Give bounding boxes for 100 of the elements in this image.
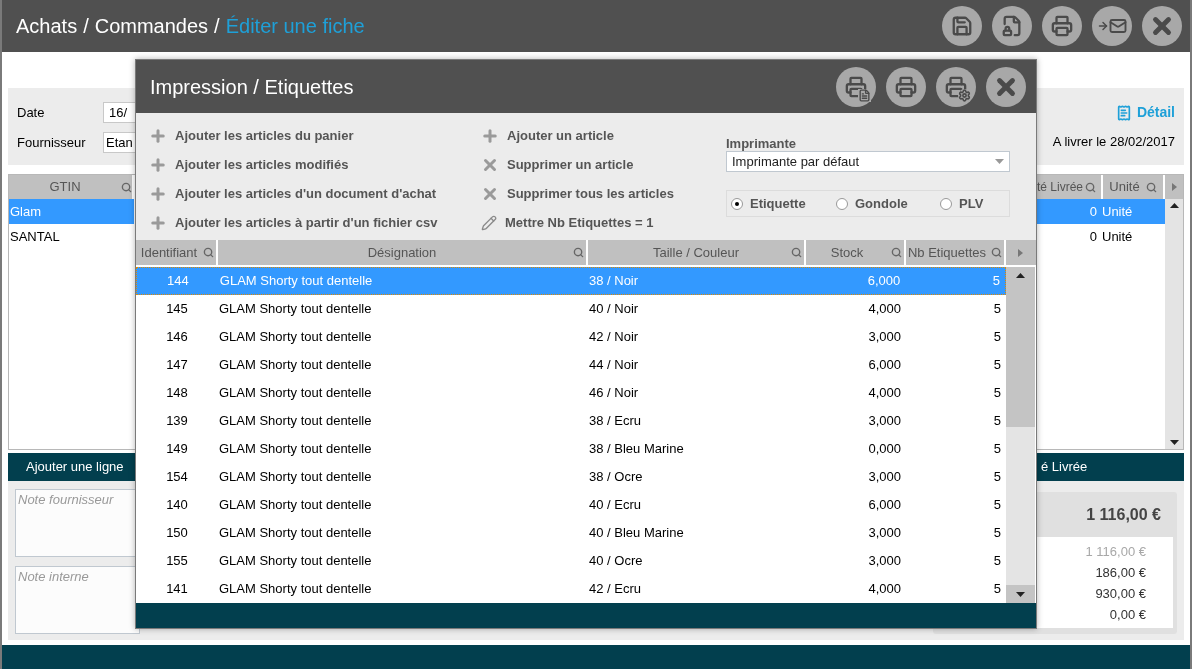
table-cell-text: 6,000 bbox=[867, 496, 902, 515]
table-cell-text: GLAM Shorty tout dentelle bbox=[218, 328, 373, 347]
table-cell-text: 150 bbox=[165, 524, 189, 543]
table-cell-text: 5 bbox=[992, 384, 1002, 403]
column-header[interactable]: Nb Etiquettes bbox=[906, 240, 1006, 265]
table-cell-text: 0 bbox=[1088, 202, 1097, 221]
right-arrow-icon bbox=[1171, 183, 1177, 191]
pencil-icon bbox=[481, 214, 497, 231]
table-row[interactable]: 145 GLAM Shorty tout dentelle 40 / Noir 4,000 5 bbox=[136, 295, 1006, 323]
action-link[interactable]: Supprimer un article bbox=[481, 150, 726, 179]
scrollbar[interactable] bbox=[1165, 175, 1183, 449]
table-cell-text: 3,000 bbox=[867, 412, 902, 431]
table-cell-text: GLAM Shorty tout dentelle bbox=[218, 440, 373, 459]
table-row[interactable]: 147 GLAM Shorty tout dentelle 44 / Noir 6,000 5 bbox=[136, 351, 1006, 379]
field-label: Fournisseur bbox=[17, 133, 87, 152]
table-cell-text: GLAM Shorty tout dentelle bbox=[218, 496, 373, 515]
down-arrow-icon bbox=[1169, 440, 1179, 445]
table-cell-text: 38 / Ocre bbox=[588, 468, 644, 487]
toolbar-button[interactable] bbox=[986, 66, 1026, 107]
table-cell-text: 5 bbox=[992, 524, 1002, 543]
action-link[interactable]: Ajouter les articles d'un document d'achat bbox=[149, 179, 481, 208]
send-mail-icon bbox=[1097, 17, 1127, 35]
table-cell-text: GLAM Shorty tout dentelle bbox=[218, 552, 373, 571]
toolbar-button[interactable] bbox=[1042, 6, 1082, 46]
table-cell-text: 144 bbox=[166, 272, 190, 291]
printer-select[interactable]: Imprimante par défaut bbox=[726, 151, 1010, 172]
down-arrow-icon bbox=[1016, 591, 1025, 597]
up-arrow-icon bbox=[1016, 273, 1025, 278]
up-arrow-icon bbox=[1169, 203, 1179, 208]
right-arrow-icon bbox=[1017, 248, 1023, 257]
radio-option[interactable]: PLV bbox=[940, 193, 984, 214]
table-cell-text: 46 / Noir bbox=[588, 384, 640, 403]
table-cell-text: 148 bbox=[165, 384, 189, 403]
toolbar-button[interactable] bbox=[1142, 6, 1182, 46]
table-row[interactable]: 146 GLAM Shorty tout dentelle 42 / Noir 3,000 5 bbox=[136, 323, 1006, 351]
radio-option[interactable]: Gondole bbox=[836, 193, 940, 214]
table-cell-text: 3,000 bbox=[867, 328, 902, 347]
action-link[interactable]: Mettre Nb Etiquettes = 1 bbox=[481, 208, 726, 237]
plus-icon bbox=[149, 126, 167, 145]
table-cell-text: 38 / Ecru bbox=[588, 412, 643, 431]
delivery-date: A livrer le 28/02/2017 bbox=[1052, 132, 1175, 151]
printer-label: Imprimante bbox=[726, 135, 798, 151]
action-link[interactable]: Supprimer tous les articles bbox=[481, 179, 726, 208]
table-cell-text: 3,000 bbox=[867, 552, 902, 571]
table-cell-text: 5 bbox=[992, 356, 1002, 375]
toolbar-button[interactable] bbox=[942, 6, 982, 46]
dialog-title: Impression / Etiquettes bbox=[150, 74, 354, 100]
document-lock-icon bbox=[1001, 15, 1023, 37]
table-cell-text: 5 bbox=[992, 440, 1002, 459]
table-cell-text: 0,000 bbox=[867, 440, 902, 459]
table-cell-text: 5 bbox=[991, 272, 1001, 291]
table-cell-text: 5 bbox=[992, 552, 1002, 571]
action-link[interactable]: Ajouter les articles modifiés bbox=[149, 150, 481, 179]
breadcrumb-item: Éditer une fiche bbox=[225, 14, 365, 39]
table-cell-text: 4,000 bbox=[867, 300, 902, 319]
table-cell-text: 0 bbox=[1088, 227, 1097, 246]
search-icon bbox=[120, 181, 132, 193]
table-cell-text: 42 / Noir bbox=[588, 328, 640, 347]
table-row[interactable]: 139 GLAM Shorty tout dentelle 38 / Ecru 3,000 5 bbox=[136, 407, 1006, 435]
table-cell-text: 155 bbox=[165, 552, 189, 571]
toolbar-button[interactable] bbox=[886, 66, 926, 107]
dropdown-arrow-icon bbox=[995, 159, 1004, 164]
note-field[interactable]: Note interne bbox=[15, 566, 140, 634]
action-link[interactable]: Ajouter un article bbox=[481, 121, 726, 150]
field-label: Date bbox=[17, 103, 46, 122]
column-header[interactable]: Identifiant bbox=[136, 240, 218, 265]
printer-icon bbox=[1051, 15, 1073, 37]
toolbar-button[interactable] bbox=[936, 66, 976, 107]
column-header[interactable]: Stock bbox=[806, 240, 906, 265]
breadcrumb-item[interactable]: Commandes bbox=[94, 11, 209, 41]
toolbar-button[interactable] bbox=[1092, 6, 1132, 46]
table-cell-text: 5 bbox=[992, 468, 1002, 487]
table-cell-text: 154 bbox=[165, 468, 189, 487]
table-cell-text: GLAM Shorty tout dentelle bbox=[218, 468, 373, 487]
toolbar-button[interactable] bbox=[992, 6, 1032, 46]
table-cell-text: 4,000 bbox=[867, 580, 902, 599]
scrollbar[interactable] bbox=[1006, 267, 1035, 603]
total-line: 186,00 € bbox=[1095, 564, 1146, 582]
table-cell-text: 40 / Ecru bbox=[588, 496, 643, 515]
radio-option[interactable]: Etiquette bbox=[731, 193, 836, 214]
action-link[interactable]: Ajouter les articles à partir d'un fichier csv bbox=[149, 208, 481, 237]
breadcrumb-item[interactable]: Achats bbox=[16, 11, 78, 41]
table-row[interactable]: SANTAL bbox=[9, 224, 134, 249]
table-cell-text: 5 bbox=[992, 496, 1002, 515]
total-line: 0,00 € bbox=[1109, 606, 1146, 624]
table-cell-text: 147 bbox=[165, 356, 189, 375]
table-cell-text: 149 bbox=[165, 440, 189, 459]
column-header[interactable]: Désignation bbox=[218, 240, 588, 265]
total-amount: 1 116,00 € bbox=[1086, 504, 1161, 525]
breadcrumb-separator: / bbox=[83, 14, 89, 39]
table-cell-text: 6,000 bbox=[866, 272, 902, 291]
table-row[interactable]: 148 GLAM Shorty tout dentelle 46 / Noir 4,000 5 bbox=[136, 379, 1006, 407]
column-header[interactable]: GTIN bbox=[9, 175, 134, 199]
table-cell-text: 140 bbox=[165, 496, 189, 515]
table-cell-text: 38 / Noir bbox=[587, 272, 640, 291]
search-icon bbox=[891, 247, 902, 258]
table-cell-text: 6,000 bbox=[867, 356, 902, 375]
table-cell-text: 5 bbox=[992, 412, 1002, 431]
table-cell-text: Glam bbox=[10, 202, 42, 221]
column-header[interactable]: Taille / Couleur bbox=[588, 240, 806, 265]
